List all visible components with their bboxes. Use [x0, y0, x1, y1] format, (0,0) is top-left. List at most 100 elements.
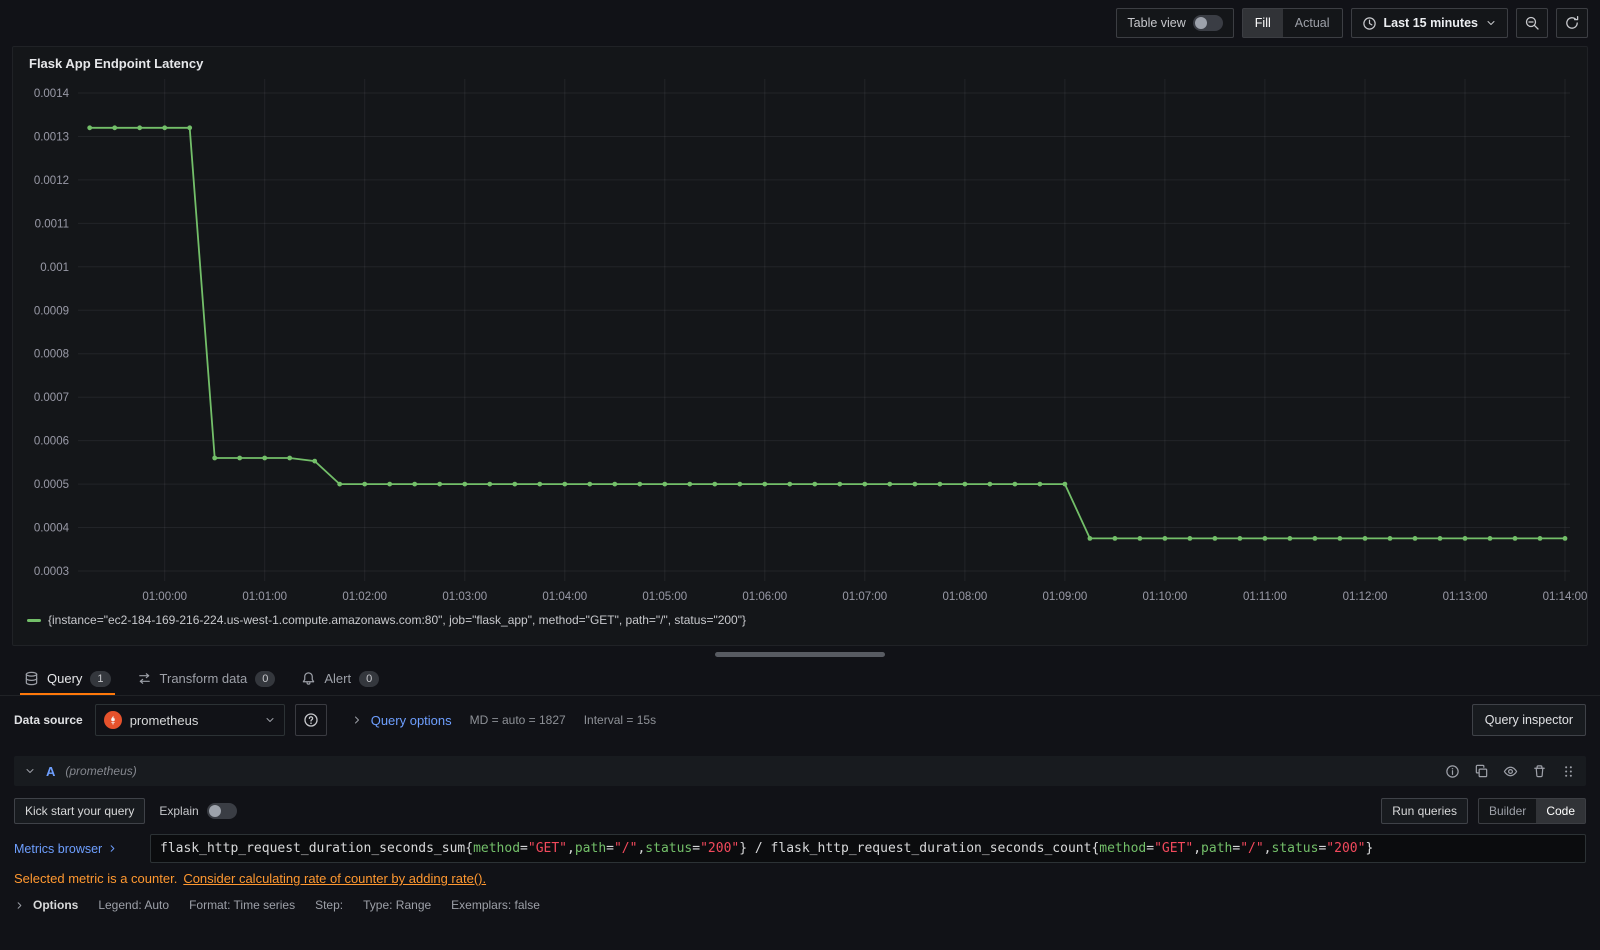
options-legend: Legend: Auto [98, 898, 170, 912]
topbar: Table view Fill Actual Last 15 minutes [0, 0, 1600, 46]
time-range-picker[interactable]: Last 15 minutes [1350, 8, 1508, 38]
tab-transform[interactable]: Transform data 0 [127, 662, 286, 695]
datasource-label: Data source [14, 713, 83, 727]
info-circle-icon [1446, 764, 1459, 778]
datasource-help-button[interactable] [294, 704, 327, 736]
legend-item[interactable]: {instance="ec2-184-169-216-224.us-west-1… [13, 611, 1587, 627]
svg-text:01:02:00: 01:02:00 [342, 591, 387, 603]
tab-query[interactable]: Query 1 [14, 662, 121, 695]
database-icon [25, 671, 38, 686]
chevron-right-icon [354, 716, 359, 724]
grip-dots-icon [1565, 765, 1572, 777]
refresh-button[interactable] [1556, 8, 1588, 38]
metrics-browser-button[interactable]: Metrics browser [14, 842, 150, 856]
query-options-toggle[interactable]: Query options [351, 713, 452, 728]
query-options-summary: MD = auto = 1827 Interval = 15s [470, 713, 656, 727]
svg-text:0.0005: 0.0005 [34, 479, 69, 491]
explain-group: Explain [159, 803, 237, 819]
options-step: Step: [315, 898, 344, 912]
time-range-label: Last 15 minutes [1383, 16, 1478, 30]
prometheus-logo-icon [103, 711, 122, 729]
svg-text:0.001: 0.001 [40, 262, 69, 274]
query-row-header[interactable]: A (prometheus) [14, 756, 1586, 786]
panel-flask-latency: Flask App Endpoint Latency 01:00:00 01:01… [12, 46, 1588, 646]
actual-button[interactable]: Actual [1283, 9, 1342, 37]
svg-text:0.0013: 0.0013 [34, 132, 69, 144]
copy-icon [1475, 764, 1488, 777]
drag-query-handle[interactable] [1561, 764, 1576, 779]
datasource-picker[interactable]: prometheus [94, 704, 285, 736]
zoom-out-button[interactable] [1516, 8, 1548, 38]
chevron-right-icon [110, 845, 115, 852]
tab-transform-label: Transform data [159, 671, 248, 686]
editor-toolbar: Kick start your query Explain Run querie… [14, 798, 1586, 824]
svg-text:0.0014: 0.0014 [34, 88, 70, 100]
chevron-down-icon [266, 718, 274, 722]
svg-text:01:00:00: 01:00:00 [142, 591, 187, 603]
svg-text:01:10:00: 01:10:00 [1143, 591, 1188, 603]
svg-text:01:04:00: 01:04:00 [542, 591, 587, 603]
add-rate-hint-link[interactable]: Consider calculating rate of counter by … [183, 871, 486, 886]
tab-query-count: 1 [90, 670, 111, 687]
explain-toggle[interactable] [206, 803, 237, 819]
chevron-down-icon [1487, 21, 1495, 25]
tab-transform-count: 0 [255, 670, 276, 687]
fill-button[interactable]: Fill [1242, 9, 1283, 37]
builder-mode-button[interactable]: Builder [1479, 799, 1536, 823]
table-view-group: Table view [1116, 8, 1234, 38]
query-hint-row: Selected metric is a counter. Consider c… [14, 871, 1586, 886]
disable-query-button[interactable] [1503, 764, 1518, 779]
svg-text:0.0012: 0.0012 [34, 175, 69, 187]
options-format: Format: Time series [189, 898, 296, 912]
query-help-button[interactable] [1445, 764, 1460, 779]
code-mode-button[interactable]: Code [1536, 799, 1585, 823]
svg-text:01:14:00: 01:14:00 [1543, 591, 1588, 603]
tab-alert-count: 0 [359, 670, 380, 687]
svg-text:01:09:00: 01:09:00 [1043, 591, 1088, 603]
builder-code-group: Builder Code [1477, 798, 1586, 824]
trash-icon [1534, 764, 1545, 777]
query-row-actions [1445, 764, 1576, 779]
query-inspector-button[interactable]: Query inspector [1471, 704, 1586, 736]
panel-title: Flask App Endpoint Latency [29, 56, 204, 71]
refresh-icon [1566, 15, 1579, 29]
duplicate-query-button[interactable] [1474, 764, 1489, 779]
table-view-toggle[interactable] [1192, 15, 1223, 31]
fill-actual-group: Fill Actual [1241, 8, 1343, 38]
svg-text:0.0011: 0.0011 [35, 218, 69, 230]
panel-splitter [0, 646, 1600, 662]
remove-query-button[interactable] [1532, 764, 1547, 779]
splitter-handle[interactable] [715, 651, 885, 657]
tab-alert-label: Alert [324, 671, 352, 686]
svg-text:0.0003: 0.0003 [34, 566, 69, 578]
counter-warning-text: Selected metric is a counter. [14, 871, 178, 886]
options-exemplars: Exemplars: false [451, 898, 540, 912]
svg-text:01:06:00: 01:06:00 [742, 591, 787, 603]
options-type: Type: Range [363, 898, 432, 912]
options-toggle[interactable]: Options [14, 898, 78, 912]
svg-text:0.0007: 0.0007 [34, 392, 69, 404]
interval-summary: Interval = 15s [583, 713, 657, 727]
query-section: A (prometheus) Kick start your query Exp… [14, 756, 1586, 912]
query-options-row: Options Legend: Auto Format: Time series… [14, 898, 1586, 912]
datasource-row: Data source prometheus Query options MD … [0, 696, 1600, 744]
run-queries-button[interactable]: Run queries [1381, 798, 1468, 824]
options-label: Options [33, 898, 79, 912]
metrics-browser-label: Metrics browser [14, 841, 103, 856]
toggle-knob [1194, 17, 1207, 29]
svg-text:0.0004: 0.0004 [34, 523, 70, 535]
svg-text:01:11:00: 01:11:00 [1243, 591, 1287, 603]
latency-chart[interactable]: 01:00:00 01:01:00 01:02:00 01:03:00 01:04:00… [22, 73, 1587, 611]
svg-text:01:07:00: 01:07:00 [842, 591, 887, 603]
query-datasource-hint: (prometheus) [65, 764, 137, 778]
svg-text:0.0009: 0.0009 [34, 305, 69, 317]
svg-text:01:05:00: 01:05:00 [642, 591, 687, 603]
transform-icon [138, 673, 150, 684]
chevron-down-icon [26, 769, 34, 773]
tab-alert[interactable]: Alert 0 [291, 662, 389, 695]
promql-expression[interactable]: flask_http_request_duration_seconds_sum{… [150, 834, 1586, 863]
explain-label: Explain [159, 804, 199, 818]
svg-text:0.0008: 0.0008 [34, 349, 69, 361]
bell-icon [303, 672, 315, 685]
kickstart-query-button[interactable]: Kick start your query [14, 798, 146, 824]
